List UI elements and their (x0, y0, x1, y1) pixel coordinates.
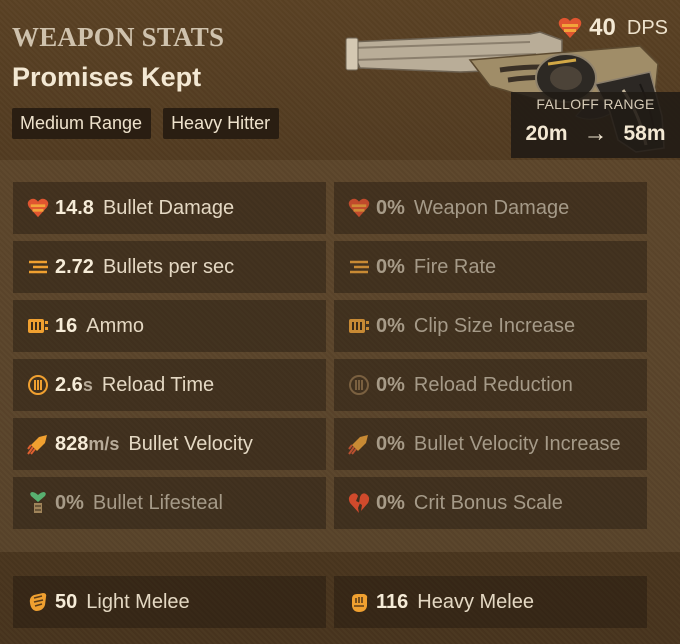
stat-label: Light Melee (86, 590, 190, 613)
stat-label: Reload Reduction (413, 373, 573, 396)
stat-reload-reduction: 0% Reload Reduction (334, 359, 647, 411)
stat-label: Heavy Melee (417, 590, 534, 613)
stat-value: 116 (376, 590, 409, 613)
stat-fire-rate: 0% Fire Rate (334, 241, 647, 293)
stat-label: Bullet Velocity (128, 432, 253, 455)
stat-label: Bullet Velocity Increase (413, 432, 621, 455)
stat-value: 2.6 (55, 373, 83, 396)
falloff-values: 20m → 58m (511, 120, 680, 148)
heart-bullet-icon (558, 17, 582, 38)
stat-unit: m/s (88, 433, 120, 454)
stat-label: Fire Rate (413, 255, 497, 278)
stat-bullet-damage: 14.8 Bullet Damage (13, 182, 326, 234)
weapon-stats-panel: WEAPON STATS Promises Kept Medium Range … (0, 0, 680, 644)
stat-value: 50 (55, 590, 78, 613)
stat-value: 2.72 (55, 255, 94, 278)
heart-bullet-icon (27, 197, 49, 219)
tag-medium-range: Medium Range (12, 108, 152, 139)
heavy-melee-icon (348, 591, 370, 613)
tag-heavy-hitter: Heavy Hitter (163, 108, 280, 139)
stat-reload-time: 2.6 s Reload Time (13, 359, 326, 411)
weapon-name: Promises Kept (12, 62, 202, 92)
weapon-tags: Medium Range Heavy Hitter (12, 108, 280, 139)
stat-bullet-lifesteal: 0% Bullet Lifesteal (13, 477, 326, 529)
stat-light-melee: 50 Light Melee (13, 576, 326, 628)
clip-size-icon (348, 315, 370, 337)
stat-value: 0% (376, 196, 405, 219)
stat-crit-bonus-scale: 0% Crit Bonus Scale (334, 477, 647, 529)
stat-bullets-per-sec: 2.72 Bullets per sec (13, 241, 326, 293)
stat-value: 0% (376, 255, 405, 278)
stat-value: 0% (376, 491, 405, 514)
fire-rate-icon (348, 256, 370, 278)
stat-bullet-velocity-increase: 0% Bullet Velocity Increase (334, 418, 647, 470)
stat-value: 0% (376, 373, 405, 396)
dps-value: 40 (589, 14, 616, 41)
reload-reduction-icon (348, 374, 370, 396)
stat-label: Bullets per sec (102, 255, 235, 278)
stat-value: 828 (55, 432, 89, 455)
stat-heavy-melee: 116 Heavy Melee (334, 576, 647, 628)
falloff-title: FALLOFF RANGE (536, 96, 655, 112)
velocity-icon (348, 433, 370, 455)
weapon-damage-icon (348, 197, 370, 219)
reload-icon (27, 374, 49, 396)
stat-ammo: 16 Ammo (13, 300, 326, 352)
crit-icon (348, 492, 370, 514)
falloff-start: 20m (525, 122, 568, 145)
stat-value: 0% (55, 491, 84, 514)
stat-value: 0% (376, 432, 405, 455)
stat-label: Bullet Damage (102, 196, 235, 219)
stat-label: Weapon Damage (413, 196, 570, 219)
stat-label: Ammo (86, 314, 145, 337)
fire-rate-icon (27, 256, 49, 278)
dps-readout: 40 DPS (558, 14, 668, 42)
stat-bullet-velocity: 828 m/s Bullet Velocity (13, 418, 326, 470)
stat-value: 16 (55, 314, 78, 337)
stat-label: Reload Time (101, 373, 215, 396)
section-title: WEAPON STATS (12, 22, 225, 52)
stat-label: Crit Bonus Scale (413, 491, 563, 514)
light-melee-icon (27, 591, 49, 613)
velocity-icon (27, 433, 49, 455)
stat-clip-size-increase: 0% Clip Size Increase (334, 300, 647, 352)
ammo-icon (27, 315, 49, 337)
stat-label: Clip Size Increase (413, 314, 576, 337)
stat-weapon-damage: 0% Weapon Damage (334, 182, 647, 234)
dps-label: DPS (626, 16, 668, 39)
stat-label: Bullet Lifesteal (92, 491, 223, 514)
falloff-range-box: FALLOFF RANGE 20m → 58m (511, 92, 680, 158)
lifesteal-icon (27, 492, 49, 514)
falloff-arrow-icon: → (583, 120, 608, 147)
stat-unit: s (82, 374, 93, 395)
weapon-header: WEAPON STATS Promises Kept Medium Range … (0, 0, 680, 160)
stat-value: 14.8 (55, 196, 94, 219)
falloff-end: 58m (623, 122, 666, 145)
stat-value: 0% (376, 314, 405, 337)
